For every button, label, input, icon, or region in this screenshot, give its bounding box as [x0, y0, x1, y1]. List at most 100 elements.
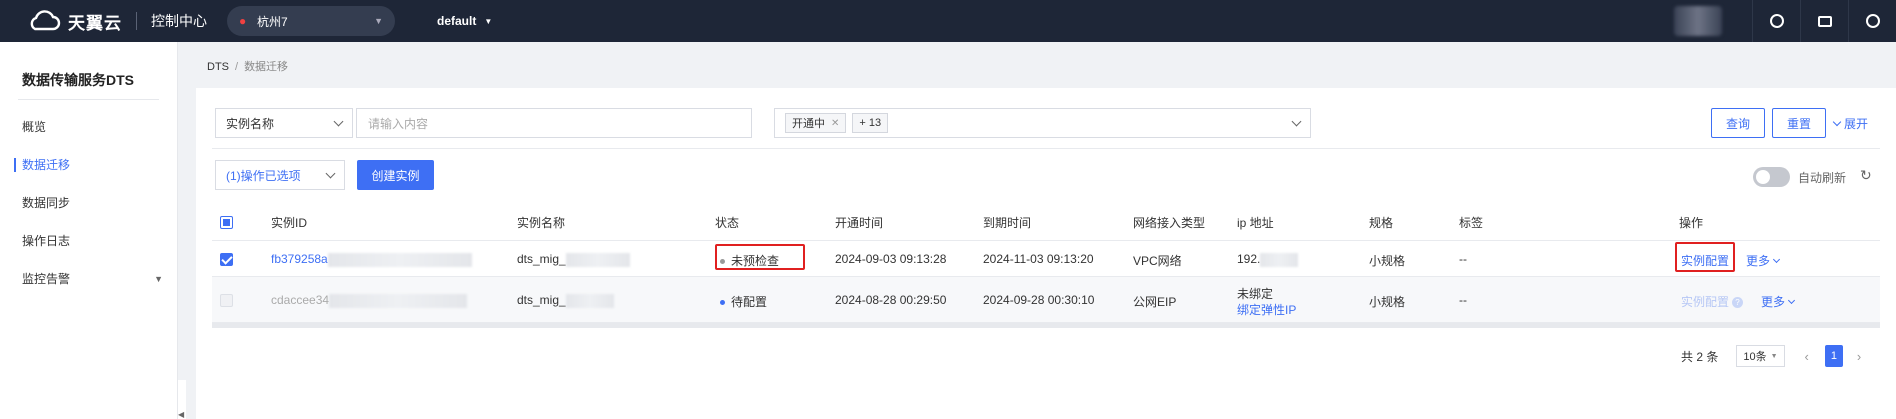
auto-refresh-label: 自动刷新: [1798, 171, 1847, 185]
status-filter-select[interactable]: 开通中 ✕ + 13: [774, 108, 1311, 138]
location-pin-icon: ●: [239, 14, 247, 28]
network-type: VPC网络: [1133, 254, 1182, 268]
network-type: 公网EIP: [1133, 295, 1177, 309]
project-selector[interactable]: default ▼: [437, 14, 492, 28]
total-count: 共 2 条: [1681, 349, 1719, 364]
sidebar-title: 数据传输服务DTS: [22, 72, 134, 88]
main-panel: 实例名称 请输入内容 开通中 ✕ + 13 查询 重置 展开 (1)操作已选项 创…: [196, 88, 1896, 419]
spec: 小规格: [1369, 295, 1406, 309]
redacted-text: [329, 293, 468, 308]
auto-refresh-toggle[interactable]: [1753, 167, 1790, 187]
expire-time: 2024-11-03 09:13:20: [983, 252, 1094, 266]
region-selector[interactable]: ● 杭州7 ▼: [227, 6, 395, 36]
header-expire-time: 到期时间: [983, 216, 1032, 230]
header-ip-address: ip 地址: [1237, 216, 1274, 230]
more-dropdown[interactable]: 更多: [1761, 293, 1796, 310]
notification-icon[interactable]: [1752, 0, 1800, 42]
mail-icon[interactable]: [1800, 0, 1848, 42]
sidebar-item-data-sync[interactable]: 数据同步: [0, 184, 177, 222]
reset-button[interactable]: 重置: [1772, 108, 1826, 138]
spec: 小规格: [1369, 254, 1406, 268]
project-label: default: [437, 14, 477, 28]
brand-logo[interactable]: 天翼云: [26, 9, 122, 34]
sidebar-item-overview[interactable]: 概览: [0, 108, 177, 146]
refresh-icon[interactable]: ↻: [1860, 167, 1872, 184]
redacted-text: [565, 293, 614, 308]
sidebar-item-operation-log[interactable]: 操作日志: [0, 222, 177, 260]
search-input[interactable]: 请输入内容: [356, 108, 752, 138]
search-field-select[interactable]: 实例名称: [215, 108, 353, 138]
pagination: 共 2 条 10条 ▼ ‹ 1 ›: [1681, 345, 1861, 367]
chevron-left-icon: ◀: [178, 410, 185, 419]
sidebar-collapse-handle[interactable]: ◀: [178, 380, 186, 419]
expand-link[interactable]: 展开: [1832, 115, 1868, 132]
page-size-select[interactable]: 10条 ▼: [1736, 345, 1785, 367]
breadcrumb-current: 数据迁移: [244, 61, 289, 73]
query-button[interactable]: 查询: [1711, 108, 1765, 138]
bind-eip-link[interactable]: 绑定弹性IP: [1237, 301, 1296, 318]
table-row[interactable]: fb379258a dts_mig_ 未预检查 2024-09-03 09:13…: [212, 241, 1880, 277]
status-more-tag[interactable]: + 13: [852, 113, 889, 133]
batch-action-select[interactable]: (1)操作已选项: [215, 160, 345, 190]
question-icon[interactable]: ?: [1732, 297, 1744, 309]
redacted-text: [565, 252, 630, 267]
table-row[interactable]: cdaccee34 dts_mig_ 待配置 2024-08-28 00:29:…: [212, 277, 1880, 323]
page-1-button[interactable]: 1: [1824, 345, 1843, 367]
header-status: 状态: [715, 216, 740, 230]
cloud-logo-icon: [30, 10, 61, 31]
redacted-text: [327, 252, 472, 267]
status-tag[interactable]: 开通中 ✕: [785, 113, 847, 133]
open-time: 2024-08-28 00:29:50: [835, 293, 947, 307]
breadcrumb: DTS / 数据迁移: [207, 58, 288, 74]
chevron-down-icon: ▼: [1770, 352, 1778, 360]
help-icon[interactable]: [1848, 0, 1896, 42]
top-navigation-bar: 天翼云 控制中心 ● 杭州7 ▼ default ▼: [0, 0, 1896, 42]
header-instance-name: 实例名称: [517, 216, 566, 230]
instance-name: dts_mig_: [517, 293, 614, 308]
table-header: 实例ID 实例名称 状态 开通时间 到期时间 网络接入类型 ip 地址 规格 标…: [212, 205, 1880, 241]
header-instance-id: 实例ID: [271, 216, 308, 230]
more-dropdown[interactable]: 更多: [1746, 252, 1781, 269]
header-spec: 规格: [1369, 216, 1394, 230]
console-link[interactable]: 控制中心: [151, 11, 207, 31]
tag: --: [1459, 293, 1467, 307]
chevron-down-icon: ▼: [374, 16, 383, 26]
avatar[interactable]: [1674, 6, 1722, 36]
chevron-down-icon: [325, 168, 336, 178]
status-cell: 待配置: [720, 293, 767, 310]
row-checkbox: [220, 294, 233, 307]
status-dot-icon: [720, 300, 725, 306]
tag: --: [1459, 252, 1467, 266]
header-actions: 操作: [1679, 216, 1704, 230]
chevron-down-icon: [1291, 116, 1302, 126]
instance-config-link-disabled: 实例配置?: [1681, 293, 1744, 310]
highlight-box: [715, 244, 805, 270]
sidebar-item-monitoring[interactable]: 监控告警 ▼: [0, 260, 177, 298]
instance-name: dts_mig_: [517, 252, 630, 267]
chevron-down-icon: [333, 116, 344, 126]
chevron-down-icon: [1772, 255, 1781, 263]
select-all-checkbox[interactable]: [220, 216, 233, 229]
table-scrollbar[interactable]: [212, 323, 1880, 328]
next-page-icon[interactable]: ›: [1857, 349, 1861, 364]
chevron-down-icon: ▼: [484, 16, 493, 26]
create-instance-button[interactable]: 创建实例: [357, 160, 434, 190]
caret-down-icon: ▼: [154, 274, 163, 284]
prev-page-icon[interactable]: ‹: [1805, 349, 1809, 364]
instance-id-link[interactable]: fb379258a: [271, 252, 472, 267]
breadcrumb-root[interactable]: DTS: [207, 61, 229, 73]
chevron-down-icon: [1832, 117, 1842, 126]
row-checkbox[interactable]: [220, 253, 233, 266]
header-network-type: 网络接入类型: [1133, 216, 1206, 230]
header-tag: 标签: [1459, 216, 1484, 230]
ip-unbound-label: 未绑定: [1237, 287, 1274, 301]
close-icon[interactable]: ✕: [831, 118, 839, 129]
header-open-time: 开通时间: [835, 216, 884, 230]
instance-id-link[interactable]: cdaccee34: [271, 293, 468, 308]
ip-address: 192.: [1237, 252, 1299, 267]
sidebar-item-data-migration[interactable]: 数据迁移: [0, 146, 177, 184]
top-right-actions: [1674, 0, 1896, 42]
chevron-down-icon: [1787, 296, 1796, 304]
redacted-text: [1260, 252, 1299, 267]
open-time: 2024-09-03 09:13:28: [835, 252, 947, 266]
